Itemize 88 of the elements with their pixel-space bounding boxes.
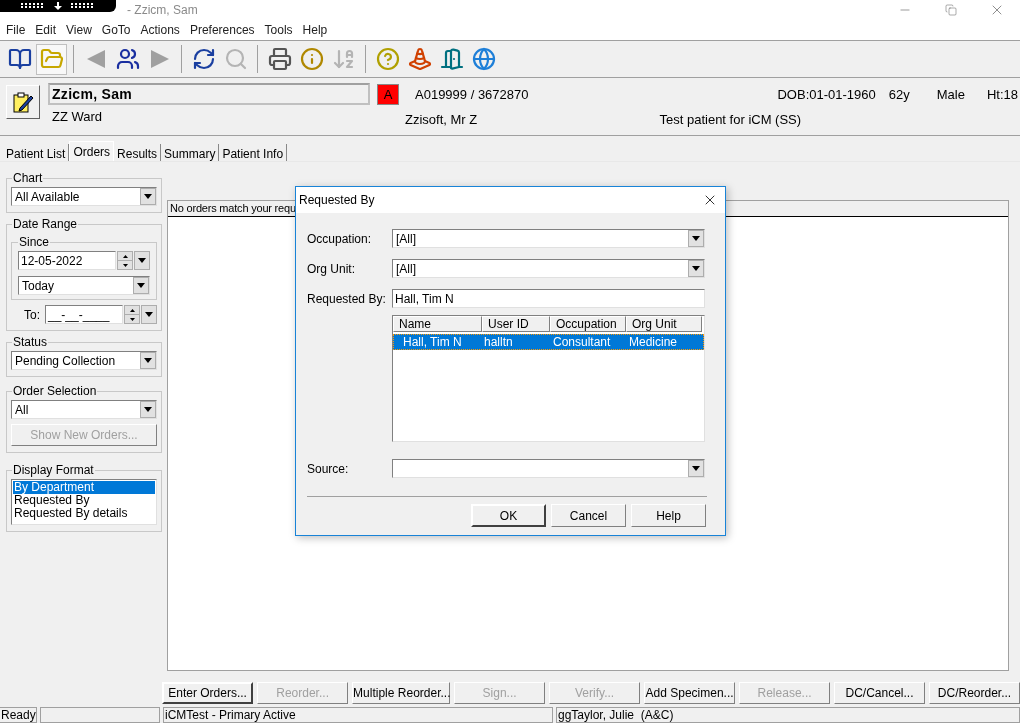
dialog-button[interactable]: OK [471, 504, 546, 527]
sort-icon [331, 47, 356, 71]
book-icon [7, 47, 32, 71]
date-field[interactable]: 12-05-2022 [18, 251, 116, 270]
menu-item[interactable]: Edit [30, 21, 62, 39]
column-header[interactable]: Name [393, 316, 482, 332]
group-label: Order Selection [12, 383, 98, 400]
action-button[interactable]: Multiple Reorder... [352, 682, 451, 704]
status-ready: Ready [0, 707, 37, 723]
list-row[interactable]: Hall, Tim N halltn Consultant Medicine [393, 334, 704, 350]
remote-toolbar-drawing[interactable] [0, 0, 116, 12]
age: 62y [888, 86, 910, 104]
people-icon [115, 47, 140, 71]
spin-buttons[interactable] [124, 305, 140, 324]
menu-item[interactable]: View [61, 21, 97, 39]
window-title: - Zzicm, Sam [127, 2, 198, 19]
field-label: Requested By: [307, 290, 387, 308]
action-button[interactable]: Enter Orders... [162, 682, 254, 704]
list-option[interactable]: Requested By details [13, 507, 155, 520]
column-header[interactable]: User ID [482, 316, 550, 332]
sex: Male [936, 86, 965, 104]
list-option[interactable]: By Department [13, 481, 155, 494]
list-cell-text: halltn [483, 334, 514, 351]
doctor-name: Zzisoft, Mr Z [405, 110, 479, 129]
restore-icon [945, 4, 957, 16]
ward-label: ZZ Ward [52, 108, 104, 126]
dialog-button[interactable]: Help [631, 504, 706, 527]
menu-item[interactable]: Preferences [184, 21, 260, 39]
source-dropdown[interactable] [392, 459, 705, 478]
field-label: Org Unit: [307, 260, 356, 278]
patient-note: Test patient for iCM (SS) [659, 110, 803, 129]
column-header[interactable]: Org Unit [626, 316, 702, 332]
status-dropdown[interactable]: Pending Collection [11, 351, 157, 370]
menu-item[interactable]: Help [297, 21, 333, 39]
action-button[interactable]: Add Specimen... [644, 682, 736, 704]
action-button[interactable]: DC/Reorder... [929, 682, 1020, 704]
status-environment: iCMTest - Primary Active [163, 707, 553, 723]
text-field[interactable]: Hall, Tim N [392, 289, 705, 308]
info-icon [299, 47, 324, 71]
tab[interactable]: Patient Info [219, 144, 288, 161]
to-label: To: [24, 306, 40, 324]
menu-item[interactable]: Tools [259, 21, 298, 39]
folder-icon [39, 47, 64, 71]
group-label: Display Format [12, 462, 95, 479]
group-label: Date Range [12, 216, 79, 233]
field-label: Source: [307, 460, 350, 478]
height: Ht:18 [986, 86, 1018, 104]
menu-item[interactable]: File [1, 21, 31, 39]
field-label: Occupation: [307, 230, 373, 248]
refresh-icon [191, 47, 216, 71]
globe-icon [471, 47, 496, 71]
date-of-birth: DOB:01-01-1960 [777, 86, 876, 104]
dialog-button[interactable]: Cancel [551, 504, 626, 527]
chart-dropdown[interactable]: All Available [11, 187, 157, 206]
list-cell-text: Hall, Tim N [402, 334, 463, 351]
list-option[interactable]: Requested By [13, 494, 155, 507]
clipboard-pencil-icon [11, 90, 35, 114]
tab[interactable]: Summary [161, 144, 220, 161]
tab[interactable]: Orders [69, 141, 115, 161]
patient-notes-button[interactable] [6, 85, 40, 119]
orders-message: No orders match your requ [170, 201, 296, 217]
alert-badge: A [377, 84, 399, 105]
tab[interactable]: Results [114, 144, 162, 161]
right-triangle-icon [148, 48, 171, 70]
patient-ids: A019999 / 3672870 [415, 86, 529, 104]
group-label: Since [18, 234, 51, 251]
since-dropdown[interactable]: Today [18, 276, 150, 295]
date-field[interactable]: __-__-____ [45, 305, 123, 324]
list-cell-text: Medicine [628, 334, 679, 351]
door-icon [439, 47, 464, 71]
search-icon [223, 47, 248, 71]
dropdown[interactable]: [All] [392, 259, 705, 278]
spin-buttons[interactable] [117, 251, 133, 270]
menu-item[interactable]: GoTo [96, 21, 136, 39]
traffic-cone-icon [407, 47, 432, 71]
printer-icon [267, 47, 292, 71]
list-cell-text: Consultant [552, 334, 612, 351]
help-icon [375, 47, 400, 71]
dialog-title: Requested By [299, 192, 375, 209]
status-user: ggTaylor, Julie (A&C) [556, 707, 1020, 723]
action-button[interactable]: DC/Cancel... [834, 682, 926, 704]
dropdown[interactable]: [All] [392, 229, 705, 248]
menu-item[interactable]: Actions [135, 21, 185, 39]
order-selection-dropdown[interactable]: All [11, 400, 157, 419]
column-header[interactable]: Occupation [550, 316, 626, 332]
group-label: Status [12, 334, 49, 351]
group-label: Chart [12, 170, 44, 187]
patient-name-field: Zzicm, Sam [48, 83, 370, 105]
